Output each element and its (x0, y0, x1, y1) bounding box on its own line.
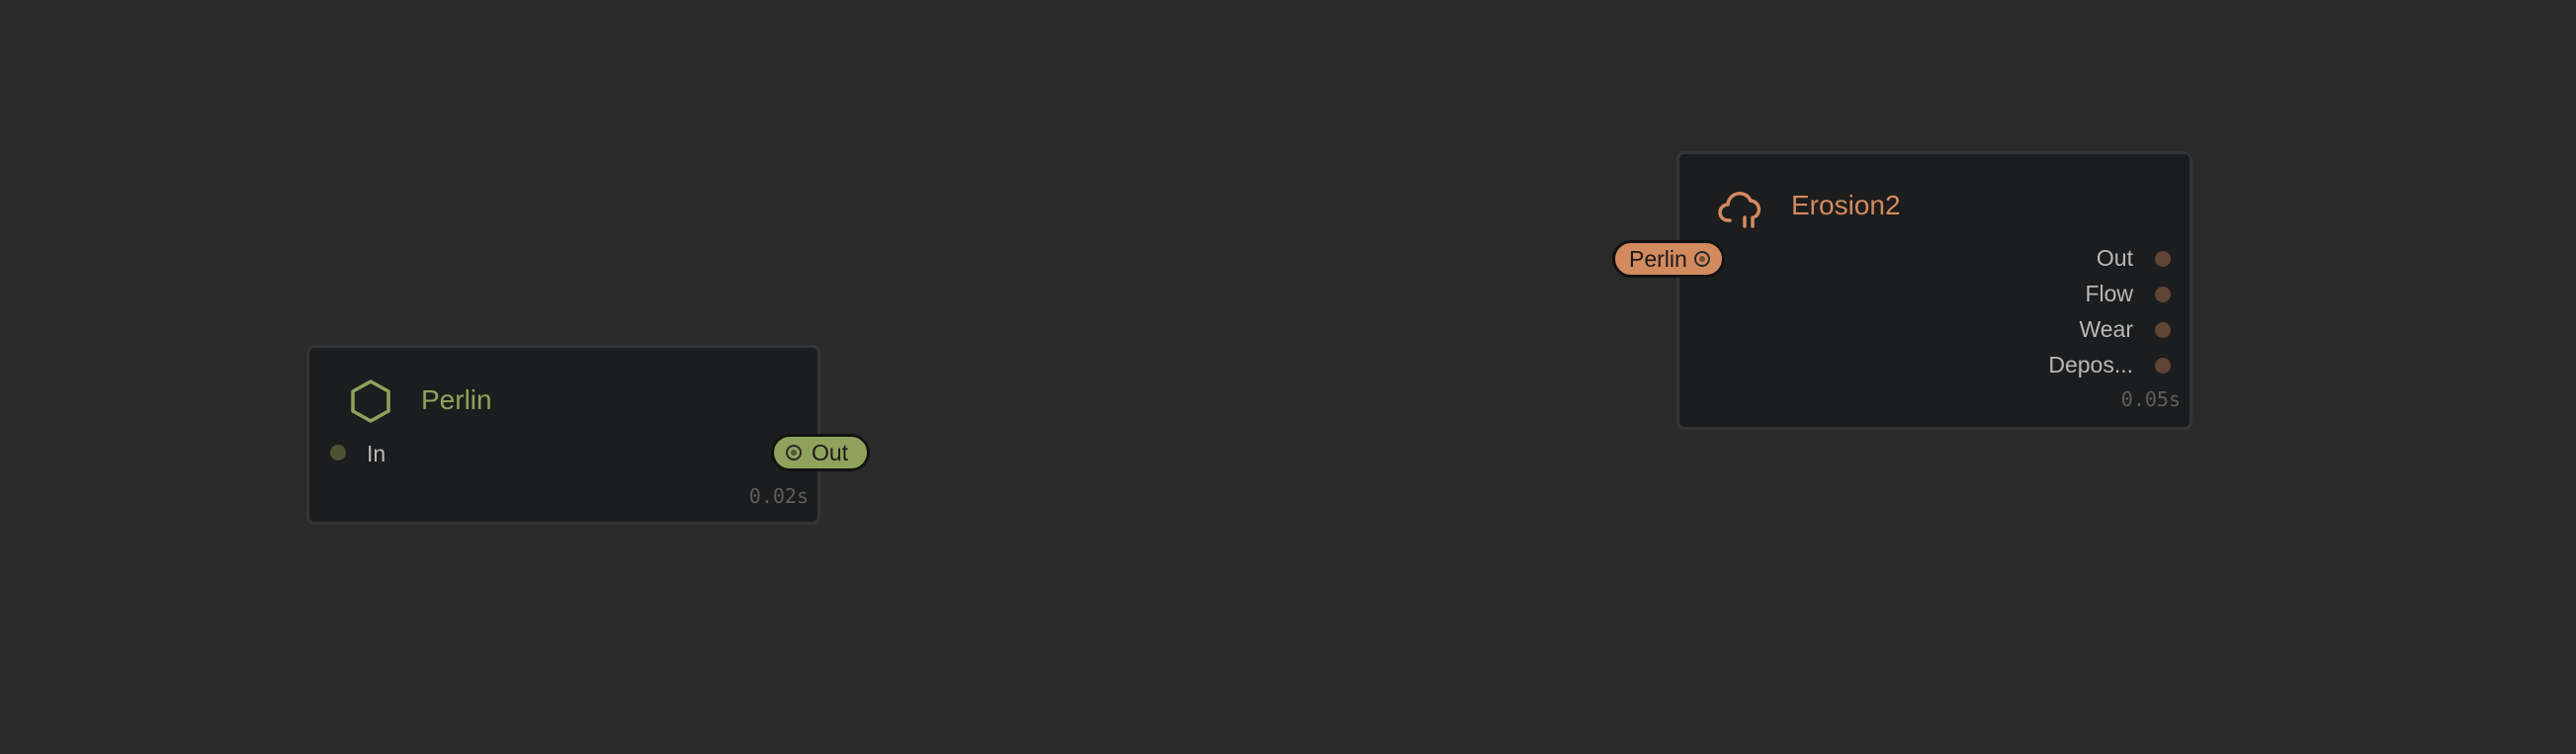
perlin-input-label: In (367, 441, 386, 466)
port-ring-icon (1693, 251, 1710, 267)
perlin-timing: 0.02s (748, 484, 809, 508)
erosion2-node-title: Erosion2 (1791, 190, 1901, 220)
perlin-output-label: Out (812, 439, 849, 465)
cloud-rain-icon (1718, 192, 1761, 228)
erosion2-input-port[interactable]: Perlin (1612, 240, 1725, 278)
perlin-input-port[interactable] (330, 445, 346, 461)
erosion2-output-label-wear: Wear (2079, 316, 2133, 342)
erosion2-timing: 0.05s (2120, 387, 2181, 411)
hexagon-icon (351, 379, 390, 423)
perlin-node[interactable]: Perlin In 0.02s (306, 345, 820, 525)
perlin-node-title: Perlin (421, 384, 492, 415)
perlin-output-port[interactable]: Out (771, 434, 870, 471)
erosion2-output-port-flow[interactable] (2155, 287, 2171, 302)
erosion2-output-label-out: Out (2096, 245, 2133, 271)
erosion2-input-label: Perlin (1629, 245, 1687, 272)
erosion2-output-label-flow: Flow (2085, 281, 2133, 306)
port-ring-icon (786, 445, 802, 461)
erosion2-output-port-wear[interactable] (2155, 322, 2171, 338)
erosion2-output-port-deposition[interactable] (2155, 358, 2171, 374)
erosion2-output-label-deposition: Depos... (2048, 352, 2133, 377)
erosion2-node[interactable]: Erosion2 Out Flow Wear Depos... 0.05s (1676, 151, 2192, 430)
node-graph-canvas[interactable]: Perlin In 0.02s Out Erosion2 Out Flow We… (0, 0, 2576, 754)
erosion2-output-port-out[interactable] (2155, 251, 2171, 267)
